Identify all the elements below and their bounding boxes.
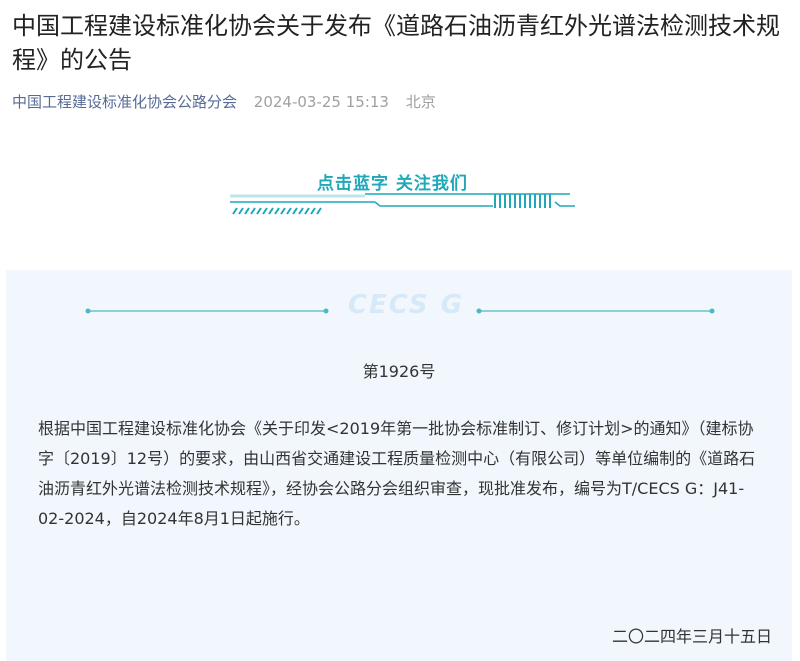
notice-card: CECS G 第1926号 根据中国工程建设标准化协会《关于印发<2019年第一… [6, 270, 792, 661]
notice-sign-date: 二〇二四年三月十五日 [611, 627, 772, 646]
follow-banner[interactable]: 点击蓝字 关注我们 [225, 160, 580, 220]
article-page: 中国工程建设标准化协会关于发布《道路石油沥青红外光谱法检测技术规程》的公告 中国… [0, 0, 800, 661]
publish-location: 北京 [405, 93, 436, 111]
cecs-watermark: CECS G [347, 290, 465, 320]
article-meta: 中国工程建设标准化协会公路分会 2024-03-25 15:13 北京 [12, 90, 436, 114]
publish-date: 2024-03-25 15:13 [253, 93, 389, 111]
follow-banner-text[interactable]: 点击蓝字 关注我们 [317, 169, 468, 194]
article-title: 中国工程建设标准化协会关于发布《道路石油沥青红外光谱法检测技术规程》的公告 [12, 12, 780, 74]
account-name-link[interactable]: 中国工程建设标准化协会公路分会 [12, 93, 237, 111]
notice-body: 根据中国工程建设标准化协会《关于印发<2019年第一批协会标准制订、修订计划>的… [38, 419, 756, 528]
notice-number: 第1926号 [362, 362, 436, 381]
